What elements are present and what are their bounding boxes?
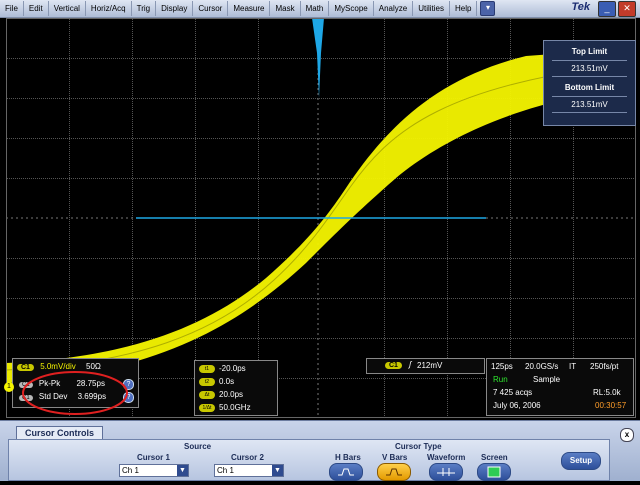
time: 00:30:57	[595, 401, 627, 410]
cursor-tag: 1/Δt	[199, 403, 215, 412]
menu-math[interactable]: Math	[301, 1, 330, 16]
bottom-limit-label: Bottom Limit	[564, 83, 615, 92]
hbars-icon	[338, 468, 354, 476]
cursor1-select[interactable]: Ch 1 ▼	[119, 464, 189, 477]
top-limit-value[interactable]: 213.51mV	[552, 60, 627, 77]
menu-file[interactable]: File	[0, 1, 24, 16]
cursor1-label: Cursor 1	[137, 453, 170, 462]
menu-analyze[interactable]: Analyze	[374, 1, 414, 16]
cursor2-value: Ch 1	[217, 466, 234, 475]
waveform-button[interactable]	[429, 463, 463, 481]
sample-mode: Sample	[533, 375, 561, 384]
menu-edit[interactable]: Edit	[24, 1, 49, 16]
menu-display[interactable]: Display	[156, 1, 194, 16]
cursor-row-freq: 1/Δt 50.0GHz	[199, 403, 251, 414]
cursor-row-t2: t2 0.0s	[199, 377, 234, 388]
acquisition-status[interactable]: 125ps 20.0GS/s IT 250fs/pt Run Sample 7 …	[486, 358, 634, 416]
timebase: 125ps	[491, 362, 513, 371]
highlight-ellipse	[22, 371, 128, 415]
cursor1-value: Ch 1	[122, 466, 139, 475]
cursor-tag: t1	[199, 364, 215, 373]
panel-close-icon[interactable]: x	[620, 428, 634, 442]
resolution: 250fs/pt	[590, 362, 619, 371]
menu-bar: File Edit Vertical Horiz/Acq Trig Displa…	[0, 0, 640, 18]
cursor-value: 0.0s	[219, 377, 235, 386]
waveform-icon	[437, 468, 455, 476]
minimize-button[interactable]: _	[598, 1, 616, 17]
cursor-row-delta: Δt 20.0ps	[199, 390, 243, 401]
menu-mask[interactable]: Mask	[270, 1, 301, 16]
hbars-button[interactable]	[329, 463, 363, 481]
cursor-tag: Δt	[199, 390, 215, 399]
menu-myscope[interactable]: MyScope	[329, 1, 374, 16]
top-limit-label: Top Limit	[571, 47, 608, 56]
menu-vertical[interactable]: Vertical	[49, 1, 86, 16]
sample-rate: 20.0GS/s	[525, 362, 559, 371]
menu-horiz-acq[interactable]: Horiz/Acq	[86, 1, 132, 16]
screen-icon	[487, 466, 501, 478]
cursor-tag: t2	[199, 377, 215, 386]
menu-measure[interactable]: Measure	[228, 1, 271, 16]
screen-button[interactable]	[477, 463, 511, 481]
type-hbars-label: H Bars	[335, 453, 361, 462]
trigger-level: 212mV	[417, 361, 443, 370]
trigger-edge-icon: ʃ	[409, 360, 412, 369]
trigger-readout[interactable]: C1 ʃ 212mV	[366, 358, 485, 374]
panel-title: Cursor Controls	[16, 426, 103, 440]
type-vbars-label: V Bars	[382, 453, 408, 462]
type-screen-label: Screen	[481, 453, 508, 462]
cursor-value: -20.0ps	[219, 364, 246, 373]
chevron-down-icon[interactable]: ▼	[272, 465, 283, 476]
bottom-limit-value[interactable]: 213.51mV	[552, 96, 627, 113]
trigger-channel-tag: C1	[385, 362, 402, 369]
cursor2-label: Cursor 2	[231, 453, 264, 462]
cursor-value: 50.0GHz	[219, 403, 251, 412]
record-length: RL:5.0k	[593, 388, 621, 397]
cursor-type-label: Cursor Type	[395, 442, 442, 451]
chevron-down-icon[interactable]: ▼	[177, 465, 188, 476]
menu-trig[interactable]: Trig	[132, 1, 157, 16]
close-button[interactable]: ✕	[618, 1, 636, 17]
menu-help[interactable]: Help	[450, 1, 478, 16]
cursor2-select[interactable]: Ch 1 ▼	[214, 464, 284, 477]
acq-mode: IT	[569, 362, 577, 371]
source-label: Source	[184, 442, 212, 451]
run-state: Run	[493, 375, 508, 384]
vbars-icon	[386, 468, 402, 476]
acq-count: 7 425 acqs	[493, 388, 533, 397]
menu-dropdown-icon[interactable]: ▾	[480, 1, 496, 16]
date: July 06, 2006	[493, 401, 541, 410]
menu-utilities[interactable]: Utilities	[413, 1, 450, 16]
vbars-button[interactable]	[377, 463, 411, 481]
type-waveform-label: Waveform	[427, 453, 466, 462]
menu-cursor[interactable]: Cursor	[193, 1, 229, 16]
setup-button[interactable]: Setup	[561, 452, 601, 470]
cursor-value: 20.0ps	[219, 390, 244, 399]
panel-body: Source Cursor 1 Ch 1 ▼ Cursor 2 Ch 1 ▼ C…	[8, 439, 610, 481]
measurement-marker-badge: 1	[4, 382, 14, 392]
limit-panel: Top Limit 213.51mV Bottom Limit 213.51mV	[543, 40, 636, 126]
cursor-readout[interactable]: t1 -20.0ps t2 0.0s Δt 20.0ps 1/Δt 50.0GHz	[194, 360, 278, 416]
brand-logo: Tek	[571, 1, 590, 13]
cursor-row-t1: t1 -20.0ps	[199, 364, 246, 375]
cursor-controls-panel: Cursor Controls x Source Cursor 1 Ch 1 ▼…	[0, 420, 640, 481]
